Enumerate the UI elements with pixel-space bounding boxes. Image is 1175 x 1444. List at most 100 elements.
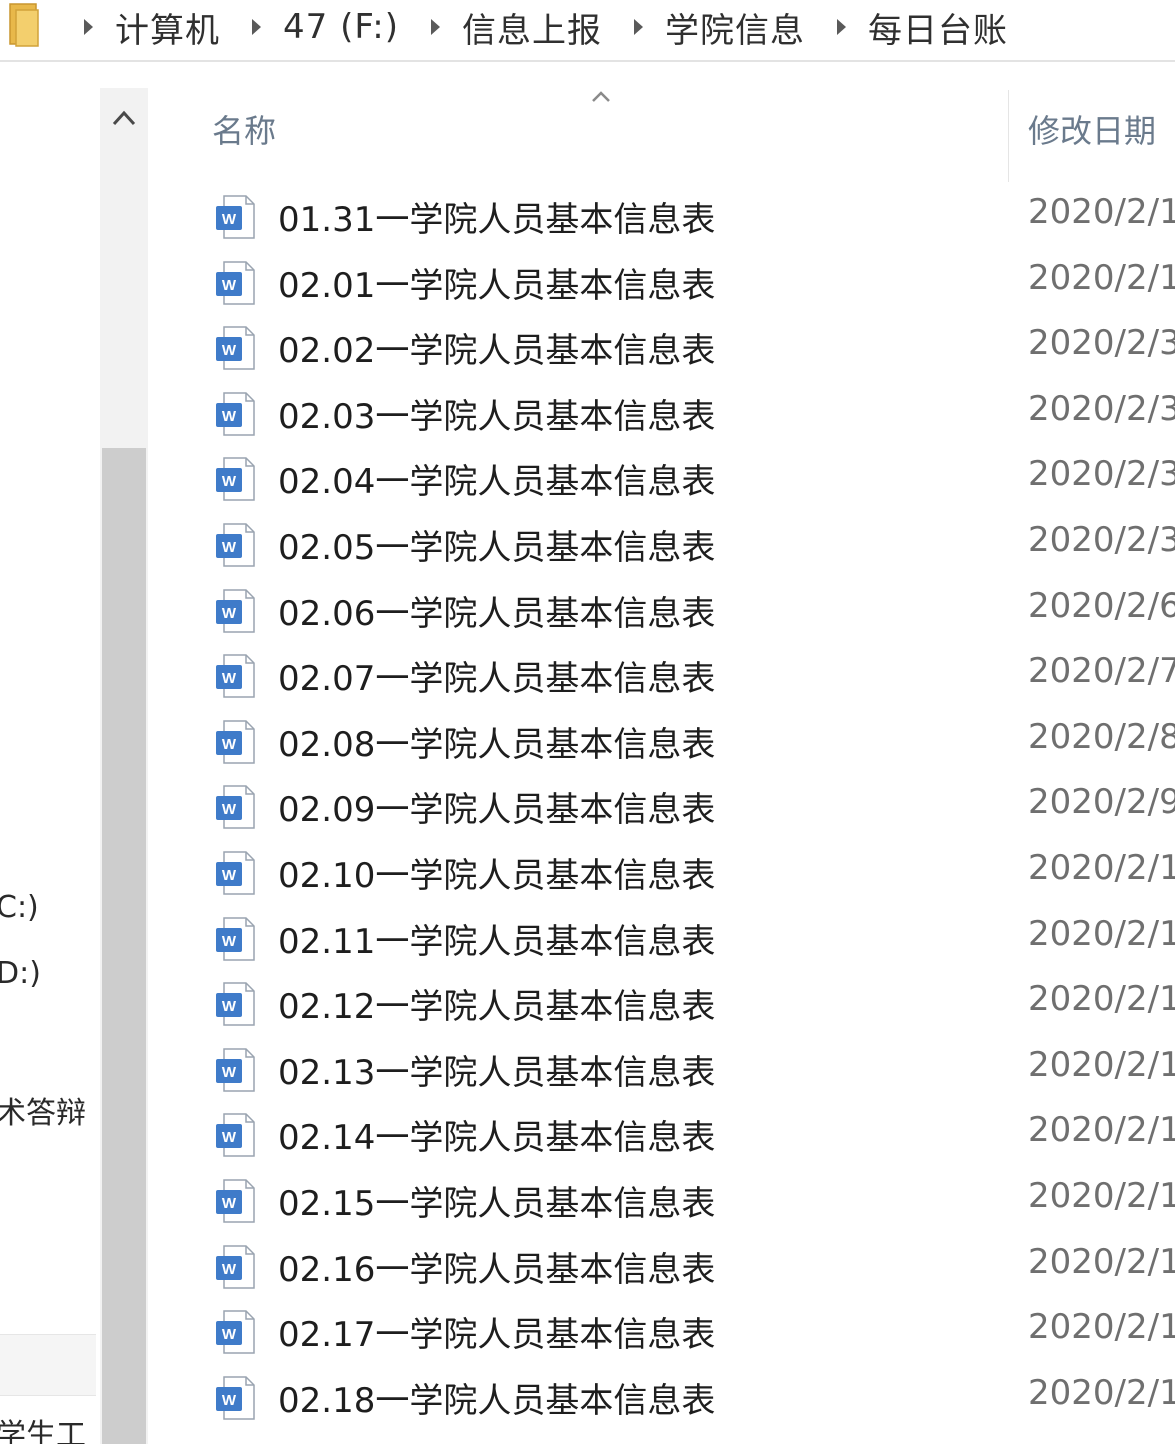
column-header: 名称 修改日期 bbox=[150, 62, 1175, 182]
word-document-icon: W bbox=[216, 1376, 255, 1420]
column-header-date[interactable]: 修改日期 bbox=[1028, 106, 1156, 152]
breadcrumb-item-drive[interactable]: 47 (F:) bbox=[283, 7, 399, 47]
file-name: 02.17一学院人员基本信息表 bbox=[278, 1315, 716, 1356]
word-document-icon: W bbox=[216, 1179, 255, 1223]
file-name: 02.08一学院人员基本信息表 bbox=[278, 724, 716, 765]
file-row[interactable]: W 02.16一学院人员基本信息表 2020/2/1 bbox=[150, 1234, 1175, 1298]
breadcrumb-item-report[interactable]: 信息上报 bbox=[462, 3, 602, 52]
file-name: 02.09一学院人员基本信息表 bbox=[278, 790, 716, 831]
word-document-icon: W bbox=[216, 851, 255, 895]
file-row[interactable]: W 02.08一学院人员基本信息表 2020/2/8 bbox=[150, 709, 1175, 773]
svg-text:W: W bbox=[222, 1129, 237, 1146]
svg-text:W: W bbox=[222, 1261, 237, 1278]
nav-item-highlight bbox=[0, 1334, 96, 1396]
breadcrumb-chevron-icon[interactable] bbox=[836, 19, 846, 35]
word-document-icon: W bbox=[216, 916, 255, 961]
scroll-up-button[interactable] bbox=[100, 88, 148, 148]
breadcrumb-item-college[interactable]: 学院信息 bbox=[665, 3, 805, 52]
file-row[interactable]: W 02.15一学院人员基本信息表 2020/2/1 bbox=[150, 1168, 1175, 1232]
svg-text:W: W bbox=[222, 342, 237, 359]
breadcrumb-chevron-icon[interactable] bbox=[84, 19, 93, 35]
word-document-icon: W bbox=[216, 326, 255, 370]
column-header-name[interactable]: 名称 bbox=[212, 106, 276, 152]
folder-icon bbox=[9, 3, 39, 47]
breadcrumb-item-daily-ledger[interactable]: 每日台账 bbox=[868, 3, 1008, 52]
svg-text:W: W bbox=[222, 670, 237, 687]
file-row[interactable]: W 02.10一学院人员基本信息表 2020/2/1 bbox=[150, 840, 1175, 904]
file-name: 02.03一学院人员基本信息表 bbox=[278, 396, 716, 437]
word-document-icon: W bbox=[216, 392, 255, 436]
breadcrumb-chevron-icon[interactable] bbox=[252, 19, 261, 35]
file-row[interactable]: W 02.14一学院人员基本信息表 2020/2/1 bbox=[150, 1102, 1175, 1166]
word-document-icon: W bbox=[216, 654, 255, 698]
file-name: 02.07一学院人员基本信息表 bbox=[278, 659, 716, 700]
breadcrumb-item-computer[interactable]: 计算机 bbox=[115, 3, 220, 52]
file-modified-date: 2020/2/1 bbox=[1028, 1044, 1175, 1085]
svg-text:W: W bbox=[222, 933, 237, 950]
file-name: 02.14一学院人员基本信息表 bbox=[278, 1118, 716, 1159]
breadcrumb-chevron-icon[interactable] bbox=[430, 19, 440, 35]
column-divider[interactable] bbox=[1008, 90, 1009, 182]
file-modified-date: 2020/2/7 bbox=[1028, 651, 1175, 692]
address-bar[interactable]: 计算机 47 (F:) 信息上报 学院信息 每日台账 bbox=[0, 0, 1175, 62]
file-modified-date: 2020/2/6 bbox=[1028, 585, 1175, 626]
svg-text:W: W bbox=[222, 998, 237, 1015]
svg-text:W: W bbox=[222, 1064, 237, 1081]
file-name: 02.11一学院人员基本信息表 bbox=[278, 921, 716, 962]
file-modified-date: 2020/2/1 bbox=[1028, 913, 1175, 954]
file-name: 02.04一学院人员基本信息表 bbox=[278, 462, 716, 503]
file-row[interactable]: W 02.18一学院人员基本信息表 2020/2/1 bbox=[150, 1365, 1175, 1429]
file-row[interactable]: W 02.03一学院人员基本信息表 2020/2/3 bbox=[150, 381, 1175, 445]
svg-text:W: W bbox=[222, 736, 237, 753]
navigation-pane: C:) D:) 术答辩 学生工 bbox=[0, 62, 100, 1444]
scroll-thumb[interactable] bbox=[102, 448, 146, 1444]
word-document-icon: W bbox=[216, 457, 255, 502]
nav-item-defense[interactable]: 术答辩 bbox=[0, 1088, 86, 1132]
svg-text:W: W bbox=[222, 1326, 237, 1343]
file-name: 02.06一学院人员基本信息表 bbox=[278, 593, 716, 634]
file-row[interactable]: W 02.05一学院人员基本信息表 2020/2/3 bbox=[150, 512, 1175, 576]
svg-text:W: W bbox=[222, 801, 237, 818]
file-name: 02.13一学院人员基本信息表 bbox=[278, 1052, 716, 1093]
file-modified-date: 2020/2/1 bbox=[1028, 979, 1175, 1020]
file-row[interactable]: W 02.07一学院人员基本信息表 2020/2/7 bbox=[150, 643, 1175, 707]
file-row[interactable]: W 01.31一学院人员基本信息表 2020/2/1 bbox=[150, 184, 1175, 248]
file-modified-date: 2020/2/1 bbox=[1028, 257, 1175, 298]
word-document-icon: W bbox=[216, 195, 255, 239]
svg-text:W: W bbox=[222, 539, 237, 556]
word-document-icon: W bbox=[216, 1113, 255, 1158]
word-document-icon: W bbox=[216, 785, 255, 830]
file-name: 02.16一学院人员基本信息表 bbox=[278, 1249, 716, 1290]
word-document-icon: W bbox=[216, 260, 255, 305]
breadcrumb: 计算机 47 (F:) 信息上报 学院信息 每日台账 bbox=[76, 0, 1032, 54]
file-modified-date: 2020/2/1 bbox=[1028, 1372, 1175, 1413]
file-row[interactable]: W 02.17一学院人员基本信息表 2020/2/1 bbox=[150, 1299, 1175, 1363]
file-row[interactable]: W 02.11一学院人员基本信息表 2020/2/1 bbox=[150, 906, 1175, 970]
file-row[interactable]: W 02.12一学院人员基本信息表 2020/2/1 bbox=[150, 971, 1175, 1035]
word-document-icon: W bbox=[216, 1310, 255, 1354]
file-row[interactable]: W 02.02一学院人员基本信息表 2020/2/3 bbox=[150, 315, 1175, 379]
file-modified-date: 2020/2/1 bbox=[1028, 848, 1175, 888]
file-modified-date: 2020/2/3 bbox=[1028, 388, 1175, 429]
nav-item-drive-d[interactable]: D:) bbox=[0, 956, 41, 991]
svg-text:W: W bbox=[222, 473, 237, 490]
file-name: 02.05一学院人员基本信息表 bbox=[278, 528, 716, 568]
nav-item-student-work[interactable]: 学生工 bbox=[0, 1410, 86, 1444]
file-list: 名称 修改日期 W 01.31一学院人员基本信息表 2020/2/1 W 02.01一学… bbox=[150, 62, 1175, 1444]
file-row[interactable]: W 02.06一学院人员基本信息表 2020/2/6 bbox=[150, 578, 1175, 642]
nav-item-drive-c[interactable]: C:) bbox=[0, 890, 39, 925]
file-modified-date: 2020/2/3 bbox=[1028, 454, 1175, 495]
svg-text:W: W bbox=[222, 1392, 237, 1409]
sort-ascending-icon bbox=[592, 91, 610, 102]
breadcrumb-chevron-icon[interactable] bbox=[633, 19, 643, 35]
file-row[interactable]: W 02.09一学院人员基本信息表 2020/2/9 bbox=[150, 774, 1175, 838]
file-modified-date: 2020/2/3 bbox=[1028, 520, 1175, 560]
file-name: 02.18一学院人员基本信息表 bbox=[278, 1380, 716, 1421]
nav-scrollbar[interactable] bbox=[100, 88, 148, 1444]
file-name: 01.31一学院人员基本信息表 bbox=[278, 200, 716, 240]
file-row[interactable]: W 02.04一学院人员基本信息表 2020/2/3 bbox=[150, 446, 1175, 510]
file-modified-date: 2020/2/9 bbox=[1028, 782, 1175, 823]
svg-text:W: W bbox=[222, 867, 237, 884]
file-row[interactable]: W 02.01一学院人员基本信息表 2020/2/1 bbox=[150, 250, 1175, 314]
file-row[interactable]: W 02.13一学院人员基本信息表 2020/2/1 bbox=[150, 1037, 1175, 1101]
